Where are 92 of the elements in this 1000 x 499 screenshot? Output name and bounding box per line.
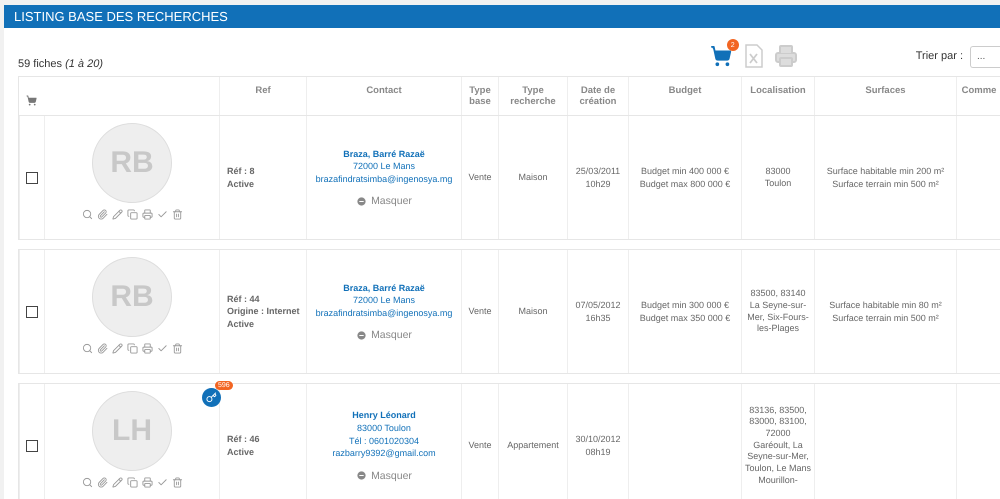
type-base-text: Vente [468,305,492,318]
contact-name[interactable]: Braza, Barré Razaë [343,148,425,160]
copy-icon[interactable] [126,209,138,220]
paperclip-icon[interactable] [96,343,108,354]
ref-text: Réf : 44 [227,292,260,306]
location-text: 83136, 83500, 83000, 83100, 72000 [748,404,808,440]
key-icon [206,392,217,403]
result-count: 59 fiches (1 à 20) [18,58,104,70]
contact-detail[interactable]: 72000 Le Mans [352,294,416,307]
type-recherche-text: Maison [518,305,548,318]
cart-icon [26,94,37,106]
ref-text: Réf : 46 [227,432,260,446]
pencil-icon[interactable] [112,343,122,354]
minus-circle-icon [356,196,368,207]
location-text: 83000 [765,166,791,178]
paperclip-icon[interactable] [96,209,108,220]
ref-text: Réf : 8 [227,164,255,178]
budget-text: Budget min 400 000 € [640,164,730,178]
check-icon[interactable] [156,209,168,220]
copy-icon[interactable] [126,477,138,488]
budget-text: Budget max 800 000 € [640,178,730,190]
location-text: Garéoult, La Seyne-sur-Mer, Toulon, Le Mans Mourillon- [744,440,812,486]
print-icon[interactable] [774,44,798,68]
date-text: 25/03/2011 [576,164,620,178]
search-icon[interactable] [82,343,92,354]
trash-icon[interactable] [172,343,182,354]
hide-button[interactable]: Masquer [356,195,412,208]
hide-button[interactable]: Masquer [356,329,412,342]
search-icon[interactable] [82,477,92,488]
column-header: Ref [219,77,306,115]
column-header: Date de création [567,77,628,115]
pencil-icon[interactable] [112,209,122,220]
type-recherche-text: Maison [518,171,548,184]
trash-icon[interactable] [172,477,182,488]
contact-name[interactable]: Braza, Barré Razaë [343,282,425,294]
search-icon[interactable] [82,209,92,220]
ref-text: Active [227,446,254,458]
row-checkbox[interactable] [26,172,38,184]
trash-icon[interactable] [172,209,182,220]
date-text: 08h19 [585,446,611,458]
row-checkbox[interactable] [26,440,38,452]
column-header: Contact [306,77,461,115]
contact-detail[interactable]: 72000 Le Mans [352,160,416,173]
contact-name[interactable]: Henry Léonard [352,409,416,422]
date-text: 30/10/2012 [575,432,621,446]
location-text: Toulon [764,178,792,190]
surface-text: Surface terrain min 500 m² [832,312,939,324]
type-base-text: Vente [468,171,492,184]
print-icon[interactable] [142,343,152,354]
minus-circle-icon [356,470,368,482]
sort-select[interactable]: ... [970,46,1000,68]
contact-detail[interactable]: razbarry9392@gmail.com [332,447,436,460]
surface-text: Surface terrain min 500 m² [832,178,939,190]
key-button[interactable] [202,388,221,407]
page-title: LISTING BASE DES RECHERCHES [4,5,1000,28]
row-checkbox[interactable] [26,306,38,318]
column-header: Budget [628,77,741,115]
budget-text: Budget max 350 000 € [640,312,730,324]
pencil-icon[interactable] [112,477,122,488]
surface-text: Surface habitable min 80 m² [829,298,942,312]
print-icon[interactable] [142,477,152,488]
ref-text: Origine : Internet [227,305,300,318]
type-base-text: Vente [468,439,492,452]
contact-detail[interactable]: 83000 Toulon [357,422,411,434]
ref-text: Active [227,318,254,330]
date-text: 10h29 [585,178,611,190]
excel-export-icon[interactable] [744,44,764,68]
date-text: 16h35 [585,312,611,324]
check-icon[interactable] [156,343,168,354]
hide-button[interactable]: Masquer [356,470,412,482]
column-header: Type recherche [498,77,567,115]
column-header: Localisation [741,77,814,115]
location-text: La Seyne-sur-Mer, Six-Fours-les-Plages [746,300,810,335]
column-header: Type base [461,77,498,115]
contact-detail[interactable]: brazafindratsimba@ingenosya.mg [316,172,452,186]
minus-circle-icon [356,330,368,341]
copy-icon[interactable] [126,343,138,354]
type-recherche-text: Appartement [507,439,559,452]
contact-detail[interactable]: Tél : 0601020304 [348,434,420,448]
ref-text: Active [227,178,254,190]
cart-button[interactable] [710,45,734,67]
paperclip-icon[interactable] [96,477,108,488]
surface-text: Surface habitable min 200 m² [826,164,944,178]
sort-label: Trier par : [916,50,963,62]
check-icon[interactable] [156,477,168,488]
contact-detail[interactable]: brazafindratsimba@ingenosya.mg [316,306,452,320]
column-header: Surfaces [814,77,956,115]
budget-text: Budget min 300 000 € [640,298,730,312]
column-header: Comme [956,77,1000,115]
print-icon[interactable] [142,209,152,220]
location-text: 83500, 83140 [750,288,806,300]
date-text: 07/05/2012 [575,298,621,312]
